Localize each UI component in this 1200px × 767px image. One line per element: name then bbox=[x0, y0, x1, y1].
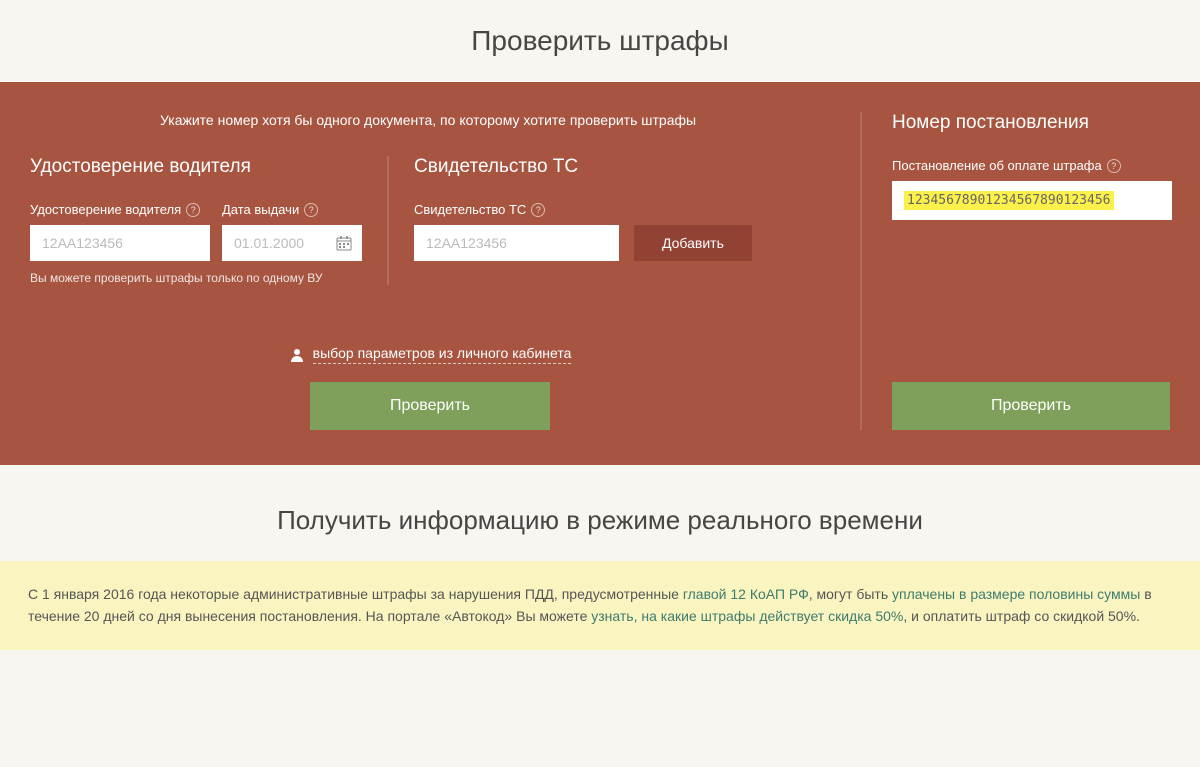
personal-cabinet-link[interactable]: выбор параметров из личного кабинета bbox=[289, 345, 572, 364]
license-field-label: Удостоверение водителя ? bbox=[30, 202, 210, 217]
certificate-field-label: Свидетельство ТС ? bbox=[414, 202, 619, 217]
license-section-title: Удостоверение водителя bbox=[30, 156, 362, 178]
info-notice: С 1 января 2016 года некоторые администр… bbox=[0, 561, 1200, 650]
resolution-value-highlight: 12345678901234567890123456 bbox=[904, 191, 1114, 210]
license-section: Удостоверение водителя Удостоверение вод… bbox=[30, 156, 387, 285]
resolution-field-label: Постановление об оплате штрафа ? bbox=[892, 158, 1170, 173]
help-icon[interactable]: ? bbox=[531, 203, 545, 217]
issue-date-input[interactable] bbox=[222, 225, 362, 261]
add-button[interactable]: Добавить bbox=[634, 225, 752, 261]
help-icon[interactable]: ? bbox=[1107, 159, 1121, 173]
page-title: Проверить штрафы bbox=[0, 0, 1200, 82]
date-field-label: Дата выдачи ? bbox=[222, 202, 362, 217]
koap-link[interactable]: главой 12 КоАП РФ bbox=[683, 586, 809, 602]
help-icon[interactable]: ? bbox=[186, 203, 200, 217]
check-button-left[interactable]: Проверить bbox=[310, 382, 550, 430]
resolution-section: Номер постановления Постановление об опл… bbox=[860, 112, 1170, 430]
resolution-section-title: Номер постановления bbox=[892, 112, 1170, 134]
check-button-right[interactable]: Проверить bbox=[892, 382, 1170, 430]
certificate-section-title: Свидетельство ТС bbox=[414, 156, 830, 178]
resolution-input[interactable]: 12345678901234567890123456 bbox=[892, 181, 1172, 220]
certificate-section: Свидетельство ТС Свидетельство ТС ? Доба… bbox=[387, 156, 830, 285]
certificate-input[interactable] bbox=[414, 225, 619, 261]
discount-info-link[interactable]: узнать, на какие штрафы действует скидка… bbox=[591, 608, 903, 624]
help-icon[interactable]: ? bbox=[304, 203, 318, 217]
half-payment-link[interactable]: уплачены в размере половины суммы bbox=[892, 586, 1140, 602]
license-input[interactable] bbox=[30, 225, 210, 261]
license-hint: Вы можете проверить штрафы только по одн… bbox=[30, 271, 362, 285]
intro-text: Укажите номер хотя бы одного документа, … bbox=[30, 112, 830, 128]
person-icon bbox=[289, 347, 305, 363]
fines-check-panel: Укажите номер хотя бы одного документа, … bbox=[0, 82, 1200, 465]
realtime-title: Получить информацию в режиме реального в… bbox=[0, 465, 1200, 561]
